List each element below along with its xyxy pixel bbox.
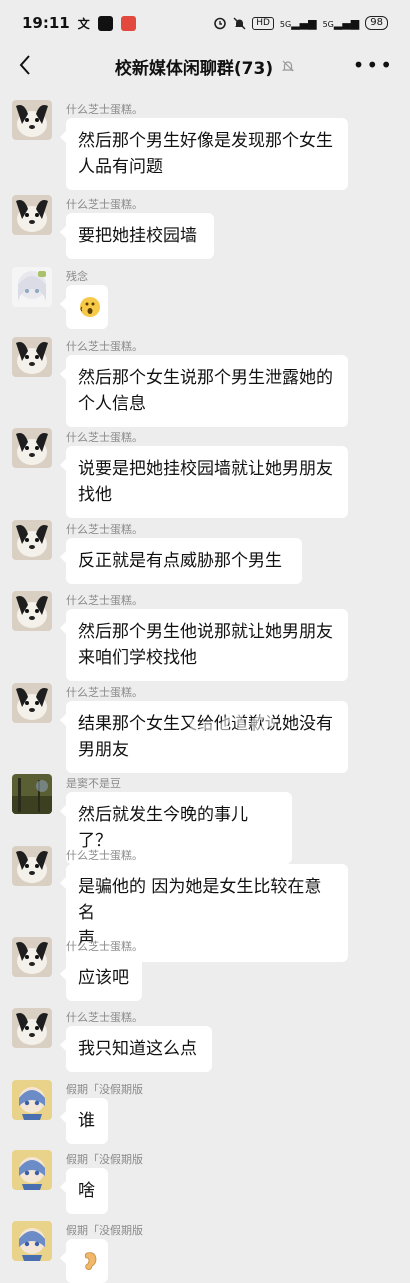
avatar[interactable] [12, 774, 52, 814]
message-bubble[interactable]: 要把她挂校园墙 [60, 213, 214, 259]
message-text: 然后就发生今晚的事儿了？ [78, 805, 248, 851]
chat-header: 校新媒体闲聊群(73) ••• [0, 46, 410, 86]
mute-bell-icon [282, 60, 295, 72]
message-bubble[interactable]: 反正就是有点威胁那个男生 [60, 538, 302, 584]
message-bubble[interactable]: 然后那个男生好像是发现那个女生 人品有问题 [60, 118, 348, 190]
sender-name: 什么芝士蛋糕。 [66, 198, 143, 211]
avatar[interactable] [12, 428, 52, 468]
chevron-left-icon [19, 55, 30, 75]
avatar[interactable] [12, 195, 52, 235]
message-bubble[interactable] [60, 1239, 108, 1283]
status-bar: 19:11 文 HD 5G▂▄▆ 5G▂▄▆ 98 [0, 0, 410, 46]
avatar[interactable] [12, 337, 52, 377]
message-bubble[interactable]: 谁 [60, 1098, 108, 1144]
sender-name: 什么芝士蛋糕。 [66, 1011, 143, 1024]
hd-badge: HD [252, 16, 274, 30]
message-text: 反正就是有点威胁那个男生 [78, 551, 282, 571]
avatar[interactable] [12, 846, 52, 886]
message-bubble[interactable]: 然后那个女生说那个男生泄露她的 个人信息 [60, 355, 348, 427]
avatar[interactable] [12, 267, 52, 307]
avatar[interactable] [12, 1008, 52, 1048]
sender-name: 假期「没假期版 [66, 1153, 143, 1166]
sender-name: 什么芝士蛋糕。 [66, 431, 143, 444]
sender-name: 什么芝士蛋糕。 [66, 103, 143, 116]
message-text: 然后那个女生说那个男生泄露她的 个人信息 [78, 368, 333, 414]
sender-name: 什么芝士蛋糕。 [66, 686, 143, 699]
ear-emoji-icon [78, 1249, 97, 1273]
tiktok-icon [97, 15, 113, 31]
alarm-icon [214, 17, 226, 30]
status-time: 19:11 [22, 14, 70, 32]
sender-name: 是窦不是豆 [66, 777, 121, 790]
message-text: 说要是把她挂校园墙就让她男朋友 找他 [78, 459, 333, 505]
avatar[interactable] [12, 591, 52, 631]
message-bubble[interactable]: 然后那个男生他说那就让她男朋友 来咱们学校找他 [60, 609, 348, 681]
sender-name: 假期「没假期版 [66, 1224, 143, 1237]
message-text: 然后那个男生他说那就让她男朋友 来咱们学校找他 [78, 622, 333, 668]
message-text: 啥 [78, 1181, 95, 1201]
signal-icon-1: 5G▂▄▆ [279, 16, 317, 30]
app-notification-icon [120, 15, 136, 31]
back-button[interactable] [10, 50, 40, 80]
avatar[interactable] [12, 937, 52, 977]
sender-name: 什么芝士蛋糕。 [66, 523, 143, 536]
sender-name: 什么芝士蛋糕。 [66, 340, 143, 353]
message-text: 应该吧 [78, 968, 129, 988]
sender-name: 残念 [66, 270, 88, 283]
message-bubble[interactable]: 啥 [60, 1168, 108, 1214]
more-options-button[interactable]: ••• [353, 52, 394, 78]
chat-title: 校新媒体闲聊群(73) [114, 58, 274, 79]
avatar[interactable] [12, 100, 52, 140]
bell-muted-icon [233, 17, 246, 29]
avatar[interactable] [12, 1080, 52, 1120]
avatar[interactable] [12, 683, 52, 723]
surprised-face-emoji-icon [78, 295, 100, 319]
signal-icon-2: 5G▂▄▆ [322, 16, 360, 30]
translate-app-icon: 文 [77, 16, 90, 31]
message-bubble[interactable] [60, 285, 108, 329]
message-bubble[interactable]: 说要是把她挂校园墙就让她男朋友 找他 [60, 446, 348, 518]
message-text: 要把她挂校园墙 [78, 226, 197, 246]
sender-name: 什么芝士蛋糕。 [66, 940, 143, 953]
sender-name: 什么芝士蛋糕。 [66, 594, 143, 607]
message-text: 谁 [78, 1111, 95, 1131]
sender-name: 什么芝士蛋糕。 [66, 849, 143, 862]
message-text: 我只知道这么点 [78, 1039, 197, 1059]
avatar[interactable] [12, 520, 52, 560]
message-bubble[interactable]: 我只知道这么点 [60, 1026, 212, 1072]
avatar[interactable] [12, 1221, 52, 1261]
message-bubble[interactable]: 应该吧 [60, 955, 142, 1001]
battery-indicator: 98 [365, 16, 388, 30]
message-text: 然后那个男生好像是发现那个女生 人品有问题 [78, 131, 333, 177]
avatar[interactable] [12, 1150, 52, 1190]
sender-name: 假期「没假期版 [66, 1083, 143, 1096]
